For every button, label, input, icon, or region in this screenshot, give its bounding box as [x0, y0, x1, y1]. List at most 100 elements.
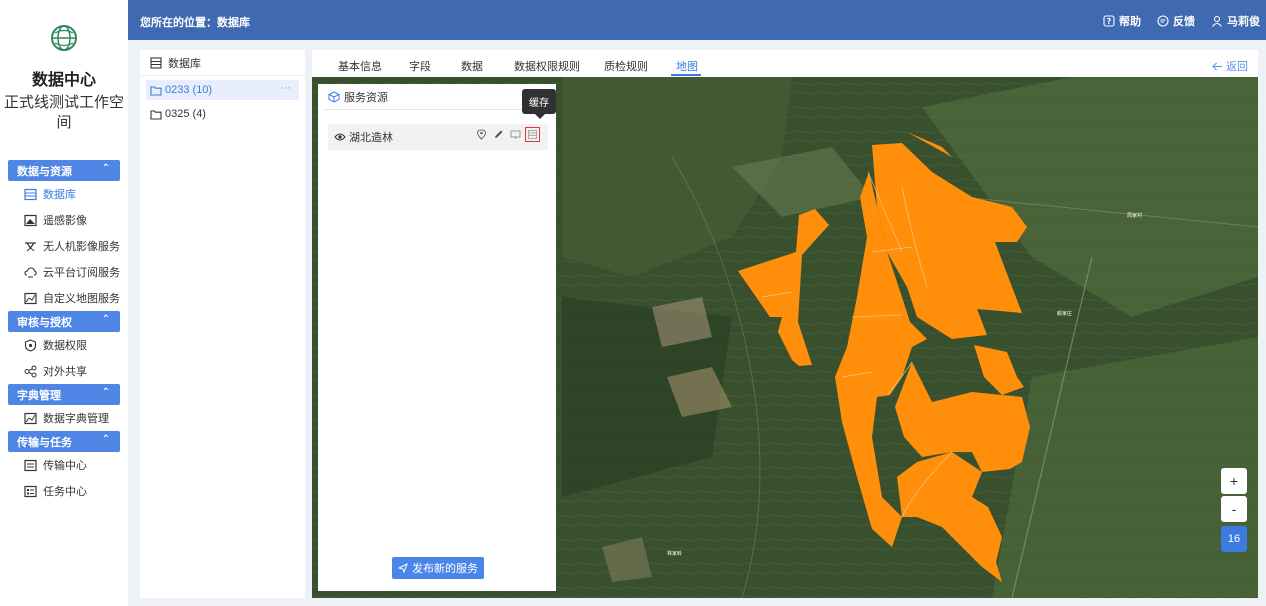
- map-label: 林家岭: [667, 550, 682, 557]
- drone-icon: [25, 241, 36, 251]
- tab-qc-rules[interactable]: 质检规则: [604, 58, 648, 74]
- user-icon: [1212, 15, 1222, 27]
- svg-text:?: ?: [1107, 17, 1112, 26]
- cloud-icon: [24, 266, 37, 277]
- database-panel-header: 数据库: [140, 50, 305, 76]
- service-panel-header: 服务资源: [324, 84, 550, 110]
- database-item[interactable]: 0325 (4): [140, 104, 305, 124]
- share-icon: [24, 365, 37, 377]
- nav-group-label: 字典管理: [17, 389, 61, 402]
- database-panel: 数据库 0233 (10) ··· 0325 (4): [140, 50, 305, 598]
- nav-group-label: 审核与授权: [17, 316, 72, 329]
- cube-icon: [328, 90, 340, 103]
- folder-icon: [150, 85, 162, 96]
- publish-service-button[interactable]: 发布新的服务: [392, 557, 484, 579]
- tab-permission-rules[interactable]: 数据权限规则: [514, 58, 580, 74]
- sidebar: 数据中心 正式线测试工作空间 数据与资源 ⌃ 数据库 遥感影像 无人机影像服务 云…: [0, 0, 128, 606]
- nav-group-dictionary[interactable]: 字典管理 ⌃: [8, 384, 120, 405]
- location-pin-icon[interactable]: [476, 129, 487, 140]
- service-item-actions: [476, 127, 540, 142]
- remote-sensing-icon: [24, 214, 37, 226]
- cache-icon[interactable]: [525, 127, 540, 142]
- zoom-level-indicator: 16: [1221, 526, 1247, 552]
- tab-data[interactable]: 数据: [461, 58, 483, 74]
- eye-icon[interactable]: [334, 132, 346, 142]
- top-bar: 您所在的位置：数据库 ? 帮助 反馈 马莉俊: [128, 0, 1266, 40]
- send-icon: [398, 563, 408, 573]
- nav-group-audit-auth[interactable]: 审核与授权 ⌃: [8, 311, 120, 332]
- sidebar-item-task-center[interactable]: 任务中心: [0, 478, 128, 504]
- sidebar-item-label: 对外共享: [43, 366, 87, 378]
- sidebar-item-label: 自定义地图服务: [43, 293, 120, 305]
- chevron-up-icon: ⌃: [101, 387, 110, 398]
- sidebar-item-label: 传输中心: [43, 460, 87, 472]
- service-panel-title: 服务资源: [344, 91, 388, 104]
- help-link[interactable]: ? 帮助: [1103, 13, 1141, 29]
- top-actions: ? 帮助 反馈 马莉俊: [1103, 13, 1260, 29]
- edit-pencil-icon[interactable]: [493, 129, 504, 140]
- sidebar-item-label: 无人机影像服务: [43, 241, 120, 253]
- app-title: 数据中心: [31, 72, 96, 89]
- more-icon[interactable]: ···: [280, 82, 291, 94]
- help-icon: ?: [1103, 15, 1115, 27]
- task-icon: [24, 485, 37, 497]
- nav-group-label: 传输与任务: [17, 436, 72, 449]
- tab-fields[interactable]: 字段: [409, 58, 431, 74]
- sidebar-item-data-permission[interactable]: 数据权限: [0, 332, 128, 358]
- dictionary-icon: [24, 412, 37, 424]
- zoom-in-button[interactable]: +: [1221, 468, 1247, 494]
- publish-service-label: 发布新的服务: [412, 563, 478, 575]
- database-icon: [150, 56, 162, 69]
- map-label: 周家村: [1127, 212, 1142, 219]
- nav-group-label: 数据与资源: [17, 165, 72, 178]
- tab-map[interactable]: 地图: [676, 58, 698, 74]
- service-item[interactable]: 湖北造林: [328, 124, 548, 150]
- map-label: 颜家庄: [1057, 310, 1072, 317]
- user-name: 马莉俊: [1227, 16, 1260, 28]
- sidebar-item-label: 数据权限: [43, 340, 87, 352]
- nav-group-data-resources[interactable]: 数据与资源 ⌃: [8, 160, 120, 181]
- service-item-label: 湖北造林: [349, 132, 393, 144]
- database-item-label: 0325 (4): [165, 108, 206, 120]
- globe-logo-icon: [51, 25, 77, 51]
- breadcrumb: 您所在的位置：数据库: [140, 17, 250, 29]
- chevron-up-icon: ⌃: [101, 163, 110, 174]
- service-resource-panel: 服务资源 缓存 湖北造林 发布新的服务: [318, 84, 556, 591]
- nav-group-transfer-task[interactable]: 传输与任务 ⌃: [8, 431, 120, 452]
- database-icon: [24, 188, 37, 200]
- feedback-link[interactable]: 反馈: [1157, 13, 1195, 29]
- sidebar-item-external-share[interactable]: 对外共享: [0, 358, 128, 384]
- active-tab-indicator: [671, 74, 701, 76]
- sidebar-item-transfer-center[interactable]: 传输中心: [0, 452, 128, 478]
- sidebar-item-label: 任务中心: [43, 486, 87, 498]
- cache-tooltip: 缓存: [522, 89, 556, 119]
- sidebar-item-label: 遥感影像: [43, 215, 87, 227]
- chevron-up-icon: ⌃: [101, 434, 110, 445]
- sidebar-item-dictionary-management[interactable]: 数据字典管理: [0, 405, 128, 431]
- tab-bar: 基本信息 字段 数据 数据权限规则 质检规则 地图 返回: [312, 50, 1258, 76]
- sidebar-item-label: 数据字典管理: [43, 413, 109, 425]
- database-item[interactable]: 0233 (10) ···: [146, 80, 299, 100]
- database-panel-title: 数据库: [168, 57, 201, 70]
- back-arrow-icon: [1212, 62, 1222, 70]
- tab-basic-info[interactable]: 基本信息: [338, 58, 382, 74]
- zoom-out-button[interactable]: -: [1221, 496, 1247, 522]
- map-view[interactable]: 周家村 颜家庄 林家岭 服务资源 缓存 湖北造林 发布新的服务 + - 16: [312, 77, 1258, 598]
- folder-icon: [150, 109, 162, 120]
- main-content: 基本信息 字段 数据 数据权限规则 质检规则 地图 返回 周家村 颜家庄 林家岭…: [312, 50, 1258, 598]
- sidebar-nav: 数据与资源 ⌃ 数据库 遥感影像 无人机影像服务 云平台订阅服务 自定义地图服务 …: [0, 160, 128, 504]
- back-button[interactable]: 返回: [1212, 58, 1248, 74]
- workspace-name: 正式线测试工作空间: [4, 94, 125, 131]
- feedback-icon: [1157, 15, 1169, 27]
- sidebar-item-cloud-subscription[interactable]: 云平台订阅服务: [0, 259, 128, 285]
- monitor-icon[interactable]: [510, 129, 521, 140]
- transfer-icon: [24, 459, 37, 471]
- help-label: 帮助: [1119, 16, 1141, 28]
- sidebar-item-custom-map[interactable]: 自定义地图服务: [0, 285, 128, 311]
- sidebar-item-database[interactable]: 数据库: [0, 181, 128, 207]
- user-menu[interactable]: 马莉俊: [1211, 13, 1260, 29]
- sidebar-item-remote-sensing[interactable]: 遥感影像: [0, 207, 128, 233]
- sidebar-item-label: 数据库: [43, 189, 76, 201]
- chevron-up-icon: ⌃: [101, 314, 110, 325]
- sidebar-item-drone[interactable]: 无人机影像服务: [0, 233, 128, 259]
